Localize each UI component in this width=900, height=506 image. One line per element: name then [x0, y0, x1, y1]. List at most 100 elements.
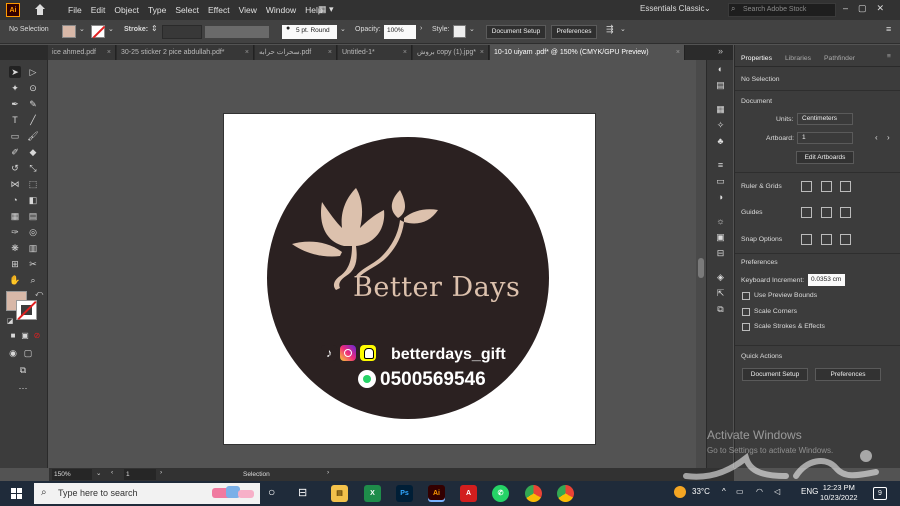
previous-artboard-icon[interactable]: ‹	[111, 469, 113, 476]
line-tool-icon[interactable]: ╱	[27, 114, 39, 126]
stroke-swatch[interactable]	[91, 25, 105, 38]
menu-type[interactable]: Type	[148, 5, 166, 15]
ruler-icon[interactable]	[801, 181, 812, 192]
appearance-panel-icon[interactable]: ☼	[715, 216, 726, 227]
tab-document-4[interactable]: Untitled-1* ×	[338, 45, 412, 60]
panel-menu-icon[interactable]: ≡	[887, 53, 891, 60]
shape-builder-tool-icon[interactable]: ◔	[9, 194, 21, 206]
menu-view[interactable]: View	[239, 5, 257, 15]
brand-name-text[interactable]: Better Days	[353, 272, 520, 303]
export-panel-icon[interactable]: ⇱	[715, 288, 726, 299]
tray-overflow-icon[interactable]: ^	[722, 487, 726, 496]
use-preview-bounds-checkbox[interactable]	[742, 292, 750, 300]
selection-tool-icon[interactable]: ➤	[9, 66, 21, 78]
show-guides-icon[interactable]	[801, 207, 812, 218]
symbol-sprayer-tool-icon[interactable]: ❋	[9, 242, 21, 254]
fill-dropdown-icon[interactable]: ⌄	[79, 25, 85, 33]
illustrator-taskbar-icon[interactable]: Ai	[428, 485, 445, 502]
status-menu-icon[interactable]: ›	[327, 469, 329, 476]
workspace-chevron-icon[interactable]: ⌄	[704, 4, 711, 13]
tab-properties[interactable]: Properties	[741, 55, 772, 62]
chrome-profile-icon[interactable]	[557, 485, 574, 502]
whatsapp-taskbar-icon[interactable]: ✆	[492, 485, 509, 502]
zoom-dropdown-icon[interactable]: ⌄	[96, 469, 101, 477]
arrange-dropdown-icon[interactable]: ⌄	[620, 25, 626, 33]
snap-to-pixel-icon[interactable]	[821, 234, 832, 245]
free-transform-tool-icon[interactable]: ⬚	[27, 178, 39, 190]
scale-strokes-checkbox[interactable]	[742, 323, 750, 331]
edit-toolbar-icon[interactable]: ⋯	[17, 382, 29, 394]
window-controls[interactable]: –▢✕	[843, 3, 894, 14]
notifications-badge[interactable]: 9	[873, 487, 887, 500]
column-graph-tool-icon[interactable]: ▥	[27, 242, 39, 254]
workspace-switcher[interactable]: Essentials Classic	[640, 4, 704, 13]
grid-icon[interactable]	[821, 181, 832, 192]
graphic-styles-icon[interactable]: ▣	[715, 232, 726, 243]
scrollbar-thumb[interactable]	[698, 258, 704, 278]
rotate-tool-icon[interactable]: ↺	[9, 162, 21, 174]
close-icon[interactable]: ×	[245, 45, 249, 60]
stroke-color-swatch[interactable]	[16, 300, 37, 320]
tab-document-1[interactable]: ice ahmed.pdf ×	[48, 45, 116, 60]
artboards-panel-icon[interactable]: ⧉	[715, 304, 726, 315]
chrome-icon[interactable]	[525, 485, 542, 502]
tab-document-5[interactable]: بروش copy (1).jpg* ×	[413, 45, 489, 60]
document-setup-button[interactable]: Document Setup	[486, 25, 546, 39]
close-icon[interactable]: ×	[328, 45, 332, 60]
brushes-panel-icon[interactable]: ✧	[715, 120, 726, 131]
network-icon[interactable]: ▭	[736, 487, 744, 496]
quick-preferences-button[interactable]: Preferences	[815, 368, 881, 381]
panel-menu-icon[interactable]: ≡	[886, 24, 891, 34]
task-view-icon[interactable]: ○	[268, 485, 275, 499]
perspective-grid-tool-icon[interactable]: ▦	[9, 210, 21, 222]
menu-object[interactable]: Object	[114, 5, 139, 15]
align-panel-icon[interactable]: ⊟	[715, 248, 726, 259]
temperature[interactable]: 33°C	[692, 487, 710, 496]
tabs-overflow-icon[interactable]: »	[718, 46, 723, 56]
graphic-style-swatch[interactable]	[453, 25, 466, 38]
close-icon[interactable]: ×	[403, 45, 407, 60]
excel-icon[interactable]: X	[364, 485, 381, 502]
transparency-grid-icon[interactable]	[840, 181, 851, 192]
brush-dropdown-icon[interactable]: ⌄	[340, 25, 346, 33]
preferences-button[interactable]: Preferences	[551, 25, 597, 39]
eyedropper-tool-icon[interactable]: ✑	[9, 226, 21, 238]
smart-guides-icon[interactable]	[840, 207, 851, 218]
none-mode-icon[interactable]: ⊘	[31, 330, 43, 342]
units-dropdown[interactable]: Centimeters	[797, 113, 853, 125]
opacity-arrow-icon[interactable]: ›	[420, 25, 422, 32]
width-tool-icon[interactable]: ⋈	[9, 178, 21, 190]
rectangle-tool-icon[interactable]: ▭	[9, 130, 21, 142]
hand-tool-icon[interactable]: ✋	[9, 274, 21, 286]
volume-icon[interactable]: ◁	[774, 487, 780, 496]
system-clock[interactable]: 12:23 PM 10/23/2022	[820, 483, 858, 503]
language-indicator[interactable]: ENG	[801, 487, 818, 496]
curvature-tool-icon[interactable]: ✎	[27, 98, 39, 110]
stroke-stepper-icon[interactable]: ⇕	[151, 24, 158, 33]
document-info-icon[interactable]: ▤	[715, 80, 726, 91]
artboard-next-icon[interactable]: ›	[887, 133, 890, 142]
color-mode-icon[interactable]: ■	[7, 330, 19, 342]
snap-to-point-icon[interactable]	[801, 234, 812, 245]
draw-behind-icon[interactable]: ▢	[22, 347, 34, 359]
weather-sun-icon[interactable]	[674, 486, 686, 498]
stock-search-input[interactable]: Search Adobe Stock	[728, 3, 836, 17]
wifi-icon[interactable]: ◠	[756, 487, 763, 496]
stroke-dropdown-icon[interactable]: ⌄	[108, 25, 114, 33]
screen-mode-icon[interactable]: ⧉	[17, 364, 29, 376]
default-colors-icon[interactable]: ◪	[4, 316, 16, 328]
live-paint-tool-icon[interactable]: ◧	[27, 194, 39, 206]
tab-document-2[interactable]: 30-25 sticker 2 pice abdullah.pdf* ×	[117, 45, 254, 60]
menu-edit[interactable]: Edit	[91, 5, 106, 15]
acrobat-icon[interactable]: A	[460, 485, 477, 502]
stroke-panel-icon[interactable]: ≡	[715, 160, 726, 171]
menu-select[interactable]: Select	[175, 5, 199, 15]
keyboard-increment-field[interactable]: 0.0353 cm	[808, 274, 845, 286]
swap-fill-stroke-icon[interactable]: ⤺	[33, 288, 45, 300]
brush-definition-select[interactable]: 5 pt. Round	[282, 25, 337, 39]
windows-start-icon[interactable]	[11, 488, 23, 500]
swatches-panel-icon[interactable]: ▦	[715, 104, 726, 115]
layers-panel-icon[interactable]: ◈	[715, 272, 726, 283]
lock-guides-icon[interactable]	[821, 207, 832, 218]
widgets-icon[interactable]: ⊟	[298, 486, 307, 499]
